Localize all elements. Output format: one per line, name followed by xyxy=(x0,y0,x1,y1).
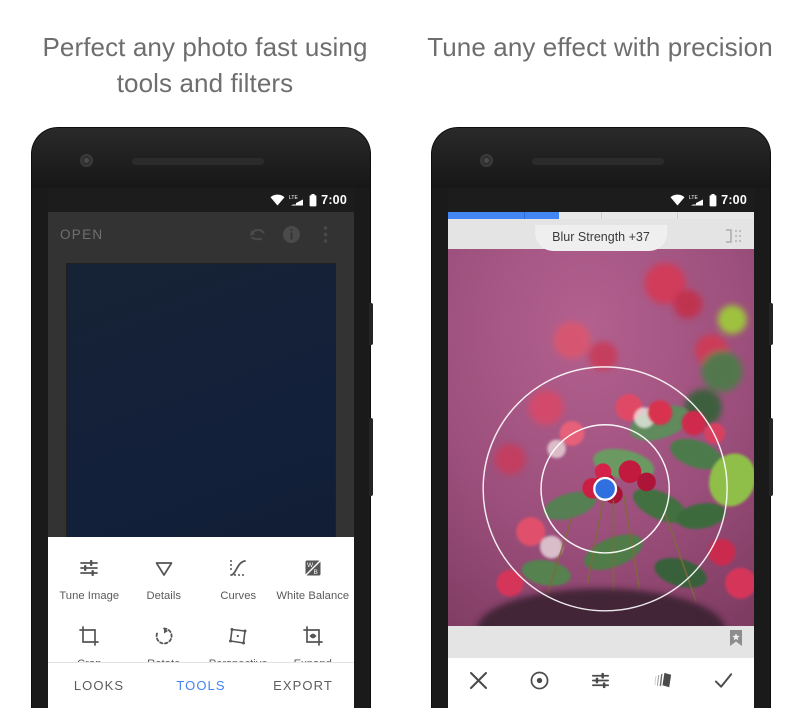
edit-action-bar xyxy=(448,658,754,708)
front-camera-icon xyxy=(480,154,493,167)
svg-text:LTE: LTE xyxy=(689,195,698,201)
white-balance-icon: W B xyxy=(301,555,325,581)
phone-right: LTE 7:00 Blur Strength +37 xyxy=(432,128,773,708)
status-clock: 7:00 xyxy=(721,193,747,207)
curves-icon xyxy=(226,555,250,581)
stack-compare-icon xyxy=(651,669,674,697)
layers-button[interactable] xyxy=(632,669,693,697)
selective-target-icon xyxy=(528,669,551,697)
wifi-icon xyxy=(270,194,285,206)
front-camera-icon xyxy=(80,154,93,167)
perspective-icon xyxy=(226,623,250,649)
bottom-tab-bar: LOOKS TOOLS EXPORT xyxy=(48,662,354,708)
tool-white-balance[interactable]: W B White Balance xyxy=(276,555,351,623)
check-icon xyxy=(712,669,735,697)
power-button[interactable] xyxy=(369,303,373,345)
status-clock: 7:00 xyxy=(321,193,347,207)
tool-label: White Balance xyxy=(276,590,350,602)
apply-button[interactable] xyxy=(693,669,754,697)
rotate-icon xyxy=(152,623,176,649)
tab-tools[interactable]: TOOLS xyxy=(150,678,252,693)
volume-button[interactable] xyxy=(369,418,373,496)
earpiece-speaker xyxy=(532,158,664,165)
tool-label: Details xyxy=(146,590,182,602)
editor-canvas: Tune Image Details Curves W B White Bala… xyxy=(48,256,354,708)
tools-sheet: Tune Image Details Curves W B White Bala… xyxy=(48,537,354,708)
tool-details[interactable]: Details xyxy=(127,555,202,623)
tab-looks[interactable]: LOOKS xyxy=(48,678,150,693)
tool-perspective[interactable]: Perspective xyxy=(201,623,276,662)
sliders-icon xyxy=(77,555,101,581)
status-bar-right: LTE 7:00 xyxy=(448,188,754,212)
headline-left: Perfect any photo fast using tools and f… xyxy=(42,32,368,98)
tab-export[interactable]: EXPORT xyxy=(252,678,354,693)
tools-grid: Tune Image Details Curves W B White Bala… xyxy=(48,537,354,662)
close-x-icon xyxy=(468,670,489,696)
progress-segment xyxy=(601,212,679,219)
progress-segment xyxy=(448,212,525,219)
svg-text:B: B xyxy=(313,569,317,576)
compare-view-icon[interactable] xyxy=(724,227,744,250)
battery-icon xyxy=(709,193,717,207)
phone-bezel-top xyxy=(432,128,770,188)
edit-stage: Blur Strength +37 xyxy=(448,219,754,658)
progress-segment xyxy=(678,212,754,219)
tool-tune-image[interactable]: Tune Image xyxy=(52,555,127,623)
adjust-button[interactable] xyxy=(570,669,631,697)
expand-icon xyxy=(301,623,325,649)
open-button[interactable]: OPEN xyxy=(60,227,240,242)
sliders-icon xyxy=(589,669,612,697)
editor-toolbar: OPEN xyxy=(48,212,354,256)
cellular-signal-icon: LTE xyxy=(289,194,305,206)
svg-text:W: W xyxy=(307,562,314,569)
tool-label: Curves xyxy=(220,590,257,602)
cellular-signal-icon: LTE xyxy=(689,194,705,206)
strength-progress-bar[interactable] xyxy=(448,212,754,219)
svg-text:LTE: LTE xyxy=(289,195,298,201)
overflow-menu-icon[interactable] xyxy=(308,225,342,244)
info-icon[interactable] xyxy=(274,225,308,244)
cancel-button[interactable] xyxy=(448,670,509,696)
headline-right: Tune any effect with precision xyxy=(427,32,773,62)
tool-expand[interactable]: Expand xyxy=(276,623,351,662)
bookmark-star-icon[interactable] xyxy=(728,629,744,652)
status-bar-left: LTE 7:00 xyxy=(48,188,354,212)
tool-label: Tune Image xyxy=(59,590,120,602)
promo-screenshot: Perfect any photo fast using tools and f… xyxy=(0,0,800,708)
screen-right: LTE 7:00 Blur Strength +37 xyxy=(448,188,754,708)
crop-icon xyxy=(77,623,101,649)
phone-left: LTE 7:00 OPEN Tune Image Details Curves … xyxy=(32,128,373,708)
tool-curves[interactable]: Curves xyxy=(201,555,276,623)
flower-photo xyxy=(448,249,754,626)
earpiece-speaker xyxy=(132,158,264,165)
progress-segment xyxy=(524,212,602,219)
triangle-down-icon xyxy=(152,555,176,581)
phone-bezel-top xyxy=(32,128,370,188)
screen-left: LTE 7:00 OPEN Tune Image Details Curves … xyxy=(48,188,354,708)
power-button[interactable] xyxy=(769,303,773,345)
wifi-icon xyxy=(670,194,685,206)
tool-rotate[interactable]: Rotate xyxy=(127,623,202,662)
strength-tooltip: Blur Strength +37 xyxy=(535,225,667,251)
undo-history-icon[interactable] xyxy=(240,224,274,244)
battery-icon xyxy=(309,193,317,207)
photo-preview[interactable] xyxy=(448,249,754,626)
control-point-button[interactable] xyxy=(509,669,570,697)
volume-button[interactable] xyxy=(769,418,773,496)
tool-crop[interactable]: Crop xyxy=(52,623,127,662)
